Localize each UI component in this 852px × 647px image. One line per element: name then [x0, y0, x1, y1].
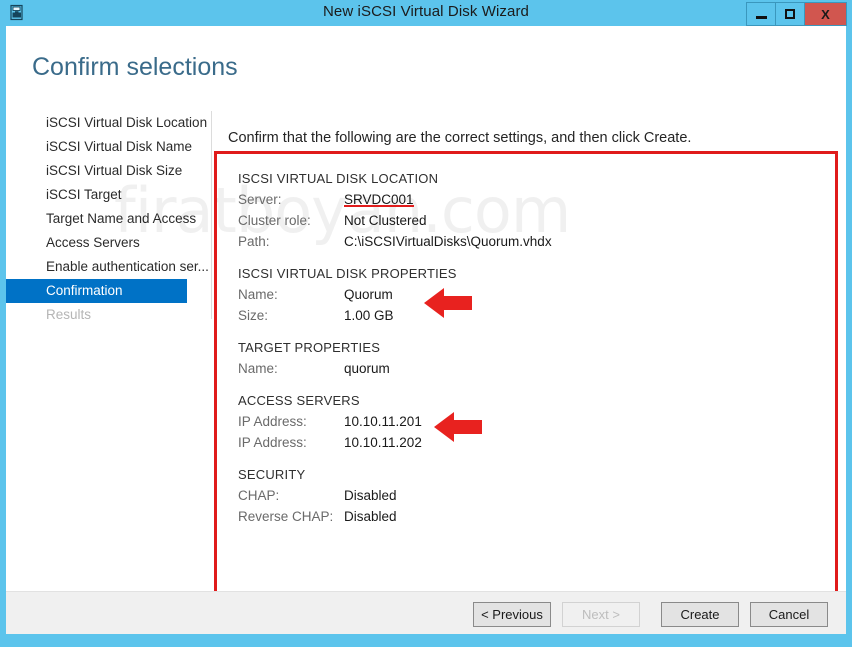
summary-row-value: Not Clustered: [344, 213, 427, 228]
summary-row-value: Quorum: [344, 287, 393, 302]
summary-row-value: 1.00 GB: [344, 308, 394, 323]
arrow-access-servers: [434, 409, 482, 450]
summary-row: CHAP: Disabled: [238, 485, 798, 506]
summary-row-value: quorum: [344, 361, 390, 376]
summary-row-value: C:\iSCSIVirtualDisks\Quorum.vhdx: [344, 234, 552, 249]
maximize-button[interactable]: [776, 3, 805, 25]
summary-row: Server: SRVDC001: [238, 189, 798, 210]
summary-row: Cluster role: Not Clustered: [238, 210, 798, 231]
summary-row-value: SRVDC001: [344, 192, 414, 207]
maximize-icon: [785, 9, 795, 19]
sidebar-item-iscsi-target[interactable]: iSCSI Target: [6, 183, 211, 207]
section-heading: ACCESS SERVERS: [238, 393, 360, 408]
wizard-footer: < Previous Next > Create Cancel: [6, 592, 846, 634]
window-controls: X: [746, 2, 847, 26]
iscsi-wizard-window: New iSCSI Virtual Disk Wizard X Confirm …: [0, 0, 852, 647]
summary-row-label: Path:: [238, 234, 270, 249]
sidebar-item-access-servers[interactable]: Access Servers: [6, 231, 211, 255]
window-title: New iSCSI Virtual Disk Wizard: [322, 3, 529, 20]
close-button[interactable]: X: [805, 3, 846, 25]
previous-button[interactable]: < Previous: [473, 602, 551, 627]
wizard-client-area: Confirm selections iSCSI Virtual Disk Lo…: [6, 26, 846, 634]
summary-row-label: Name:: [238, 287, 278, 302]
summary-row: Name: quorum: [238, 358, 798, 379]
summary-row-label: CHAP:: [238, 488, 280, 503]
summary-row: Reverse CHAP: Disabled: [238, 506, 798, 527]
cancel-button[interactable]: Cancel: [750, 602, 828, 627]
summary-row-label: Size:: [238, 308, 269, 323]
summary-row-value: Disabled: [344, 509, 397, 524]
summary-row: IP Address: 10.10.11.201: [238, 411, 798, 432]
title-bar: New iSCSI Virtual Disk Wizard X: [0, 0, 852, 26]
sidebar-divider: [211, 111, 212, 319]
summary-row-label: Server:: [238, 192, 282, 207]
create-button[interactable]: Create: [661, 602, 739, 627]
summary-row-label: IP Address:: [238, 435, 307, 450]
summary-row-label: Name:: [238, 361, 278, 376]
sidebar-item-enable-authentication-ser[interactable]: Enable authentication ser...: [6, 255, 211, 279]
confirmation-summary: ISCSI VIRTUAL DISK LOCATION Server: SRVDC0…: [238, 171, 798, 527]
sidebar-item-iscsi-virtual-disk-size[interactable]: iSCSI Virtual Disk Size: [6, 159, 211, 183]
sidebar-item-target-name-and-access[interactable]: Target Name and Access: [6, 207, 211, 231]
section-heading: ISCSI VIRTUAL DISK LOCATION: [238, 171, 439, 186]
summary-row: IP Address: 10.10.11.202: [238, 432, 798, 453]
wizard-step-list: iSCSI Virtual Disk Location iSCSI Virtual…: [6, 111, 211, 327]
minimize-icon: [755, 15, 767, 19]
sidebar-item-iscsi-virtual-disk-location[interactable]: iSCSI Virtual Disk Location: [6, 111, 211, 135]
summary-row: Path: C:\iSCSIVirtualDisks\Quorum.vhdx: [238, 231, 798, 252]
section-heading: SECURITY: [238, 467, 306, 482]
sidebar-item-iscsi-virtual-disk-name[interactable]: iSCSI Virtual Disk Name: [6, 135, 211, 159]
summary-row-label: Reverse CHAP:: [238, 509, 334, 524]
minimize-button[interactable]: [747, 3, 776, 25]
page-title: Confirm selections: [32, 53, 238, 81]
summary-row: Size: 1.00 GB: [238, 305, 798, 326]
sidebar-item-results: Results: [46, 307, 92, 322]
summary-row-value: 10.10.11.202: [344, 435, 422, 450]
next-button: Next >: [562, 602, 640, 627]
arrow-disk-properties: [424, 285, 472, 326]
summary-row-label: IP Address:: [238, 414, 307, 429]
summary-row-value: Disabled: [344, 488, 397, 503]
summary-row-label: Cluster role:: [238, 213, 311, 228]
summary-row-value: 10.10.11.201: [344, 414, 422, 429]
section-heading: ISCSI VIRTUAL DISK PROPERTIES: [238, 266, 457, 281]
section-heading: TARGET PROPERTIES: [238, 340, 381, 355]
sidebar-item-confirmation[interactable]: Confirmation: [6, 279, 187, 303]
summary-row: Name: Quorum: [238, 284, 798, 305]
intro-text: Confirm that the following are the corre…: [228, 130, 692, 146]
